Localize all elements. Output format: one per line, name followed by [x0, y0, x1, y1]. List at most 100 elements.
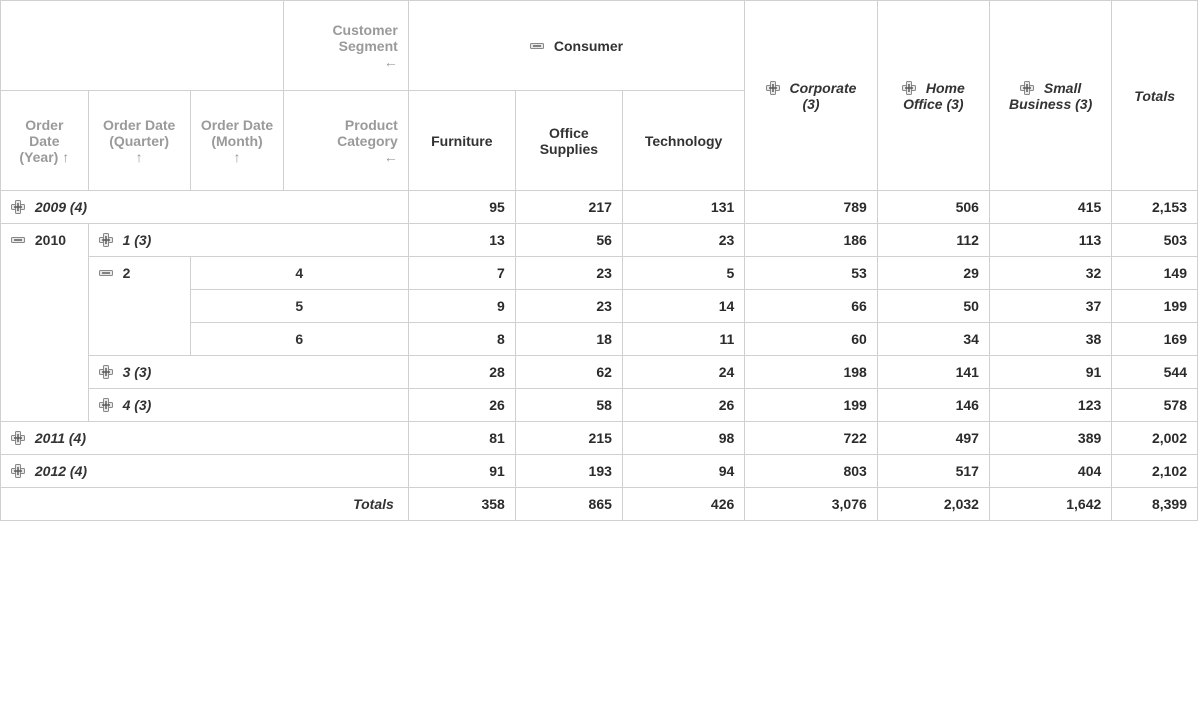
corporate-label: Corporate (3): [790, 80, 857, 112]
cell: 18: [515, 323, 622, 356]
year-2012-toggle[interactable]: 2012 (4): [1, 455, 409, 488]
plus-icon[interactable]: [11, 200, 25, 214]
year-2011-toggle[interactable]: 2011 (4): [1, 422, 409, 455]
cell: 26: [622, 389, 744, 422]
cell: 28: [408, 356, 515, 389]
cell: 722: [745, 422, 878, 455]
plus-icon[interactable]: [99, 233, 113, 247]
plus-icon[interactable]: [11, 431, 25, 445]
month-4-label[interactable]: 4: [190, 257, 408, 290]
quarter-2010-3-toggle[interactable]: 3 (3): [88, 356, 408, 389]
furniture-header[interactable]: Furniture: [408, 91, 515, 191]
cell: 358: [408, 488, 515, 521]
cell: 497: [877, 422, 989, 455]
table-row: 2011 (4) 81 215 98 722 497 389 2,002: [1, 422, 1198, 455]
cell: 149: [1112, 257, 1198, 290]
cell: 5: [622, 257, 744, 290]
plus-icon[interactable]: [766, 81, 780, 95]
consumer-label: Consumer: [554, 38, 623, 54]
customer-segment-label: Customer Segment: [332, 22, 397, 54]
cell: 865: [515, 488, 622, 521]
cell: 29: [877, 257, 989, 290]
home-office-header[interactable]: Home Office (3): [877, 1, 989, 191]
arrow-left-icon: ←: [384, 54, 398, 70]
cell: 53: [745, 257, 878, 290]
totals-row: Totals 358 865 426 3,076 2,032 1,642 8,3…: [1, 488, 1198, 521]
cell: 37: [989, 290, 1111, 323]
table-row: 4 (3) 26 58 26 199 146 123 578: [1, 389, 1198, 422]
cell: 2,032: [877, 488, 989, 521]
cell: 9: [408, 290, 515, 323]
table-row: 2009 (4) 95 217 131 789 506 415 2,153: [1, 191, 1198, 224]
cell: 13: [408, 224, 515, 257]
cell: 26: [408, 389, 515, 422]
arrow-up-icon: ↑: [234, 149, 241, 165]
table-row: 2 4 7 23 5 53 29 32 149: [1, 257, 1198, 290]
year-2009-toggle[interactable]: 2009 (4): [1, 191, 409, 224]
cell: 131: [622, 191, 744, 224]
cell: 23: [622, 224, 744, 257]
consumer-header[interactable]: Consumer: [408, 1, 744, 91]
cell: 23: [515, 290, 622, 323]
plus-icon[interactable]: [902, 81, 916, 95]
cell: 2,153: [1112, 191, 1198, 224]
cell: 146: [877, 389, 989, 422]
month-6-label[interactable]: 6: [190, 323, 408, 356]
cell: 3,076: [745, 488, 878, 521]
table-row: 2010 1 (3) 13 56 23 186 112 113 503: [1, 224, 1198, 257]
plus-icon[interactable]: [1020, 81, 1034, 95]
cell: 2,102: [1112, 455, 1198, 488]
blank-header-top: [1, 1, 284, 91]
cell: 217: [515, 191, 622, 224]
cell: 113: [989, 224, 1111, 257]
cell: 32: [989, 257, 1111, 290]
table-row: 2012 (4) 91 193 94 803 517 404 2,102: [1, 455, 1198, 488]
cell: 34: [877, 323, 989, 356]
cell: 506: [877, 191, 989, 224]
pivot-table: Customer Segment ← Consumer Corporate (3…: [0, 0, 1198, 521]
cell: 141: [877, 356, 989, 389]
product-category-header[interactable]: Product Category ←: [284, 91, 408, 191]
minus-icon[interactable]: [11, 233, 25, 247]
corporate-header[interactable]: Corporate (3): [745, 1, 878, 191]
totals-row-label: Totals: [1, 488, 409, 521]
office-supplies-header[interactable]: Office Supplies: [515, 91, 622, 191]
cell: 98: [622, 422, 744, 455]
plus-icon[interactable]: [11, 464, 25, 478]
cell: 1,642: [989, 488, 1111, 521]
product-category-label: Product Category: [337, 117, 398, 149]
cell: 95: [408, 191, 515, 224]
arrow-up-icon: ↑: [62, 149, 69, 165]
quarter-2010-4-toggle[interactable]: 4 (3): [88, 389, 408, 422]
quarter-2010-2-toggle[interactable]: 2: [88, 257, 190, 356]
cell: 193: [515, 455, 622, 488]
cell: 91: [408, 455, 515, 488]
cell: 8: [408, 323, 515, 356]
month-5-label[interactable]: 5: [190, 290, 408, 323]
cell: 169: [1112, 323, 1198, 356]
cell: 199: [1112, 290, 1198, 323]
table-row: 3 (3) 28 62 24 198 141 91 544: [1, 356, 1198, 389]
order-date-quarter-header[interactable]: Order Date (Quarter) ↑: [88, 91, 190, 191]
cell: 8,399: [1112, 488, 1198, 521]
year-2010-toggle[interactable]: 2010: [1, 224, 89, 422]
minus-icon[interactable]: [530, 39, 544, 53]
cell: 215: [515, 422, 622, 455]
technology-header[interactable]: Technology: [622, 91, 744, 191]
plus-icon[interactable]: [99, 398, 113, 412]
quarter-2010-1-toggle[interactable]: 1 (3): [88, 224, 408, 257]
cell: 38: [989, 323, 1111, 356]
cell: 426: [622, 488, 744, 521]
plus-icon[interactable]: [99, 365, 113, 379]
order-date-quarter-label: Order Date (Quarter): [103, 117, 175, 149]
cell: 24: [622, 356, 744, 389]
cell: 11: [622, 323, 744, 356]
cell: 58: [515, 389, 622, 422]
minus-icon[interactable]: [99, 266, 113, 280]
order-date-year-header[interactable]: Order Date (Year) ↑: [1, 91, 89, 191]
cell: 578: [1112, 389, 1198, 422]
arrow-left-icon: ←: [384, 149, 398, 165]
small-business-header[interactable]: Small Business (3): [989, 1, 1111, 191]
customer-segment-header[interactable]: Customer Segment ←: [284, 1, 408, 91]
order-date-month-header[interactable]: Order Date (Month) ↑: [190, 91, 284, 191]
